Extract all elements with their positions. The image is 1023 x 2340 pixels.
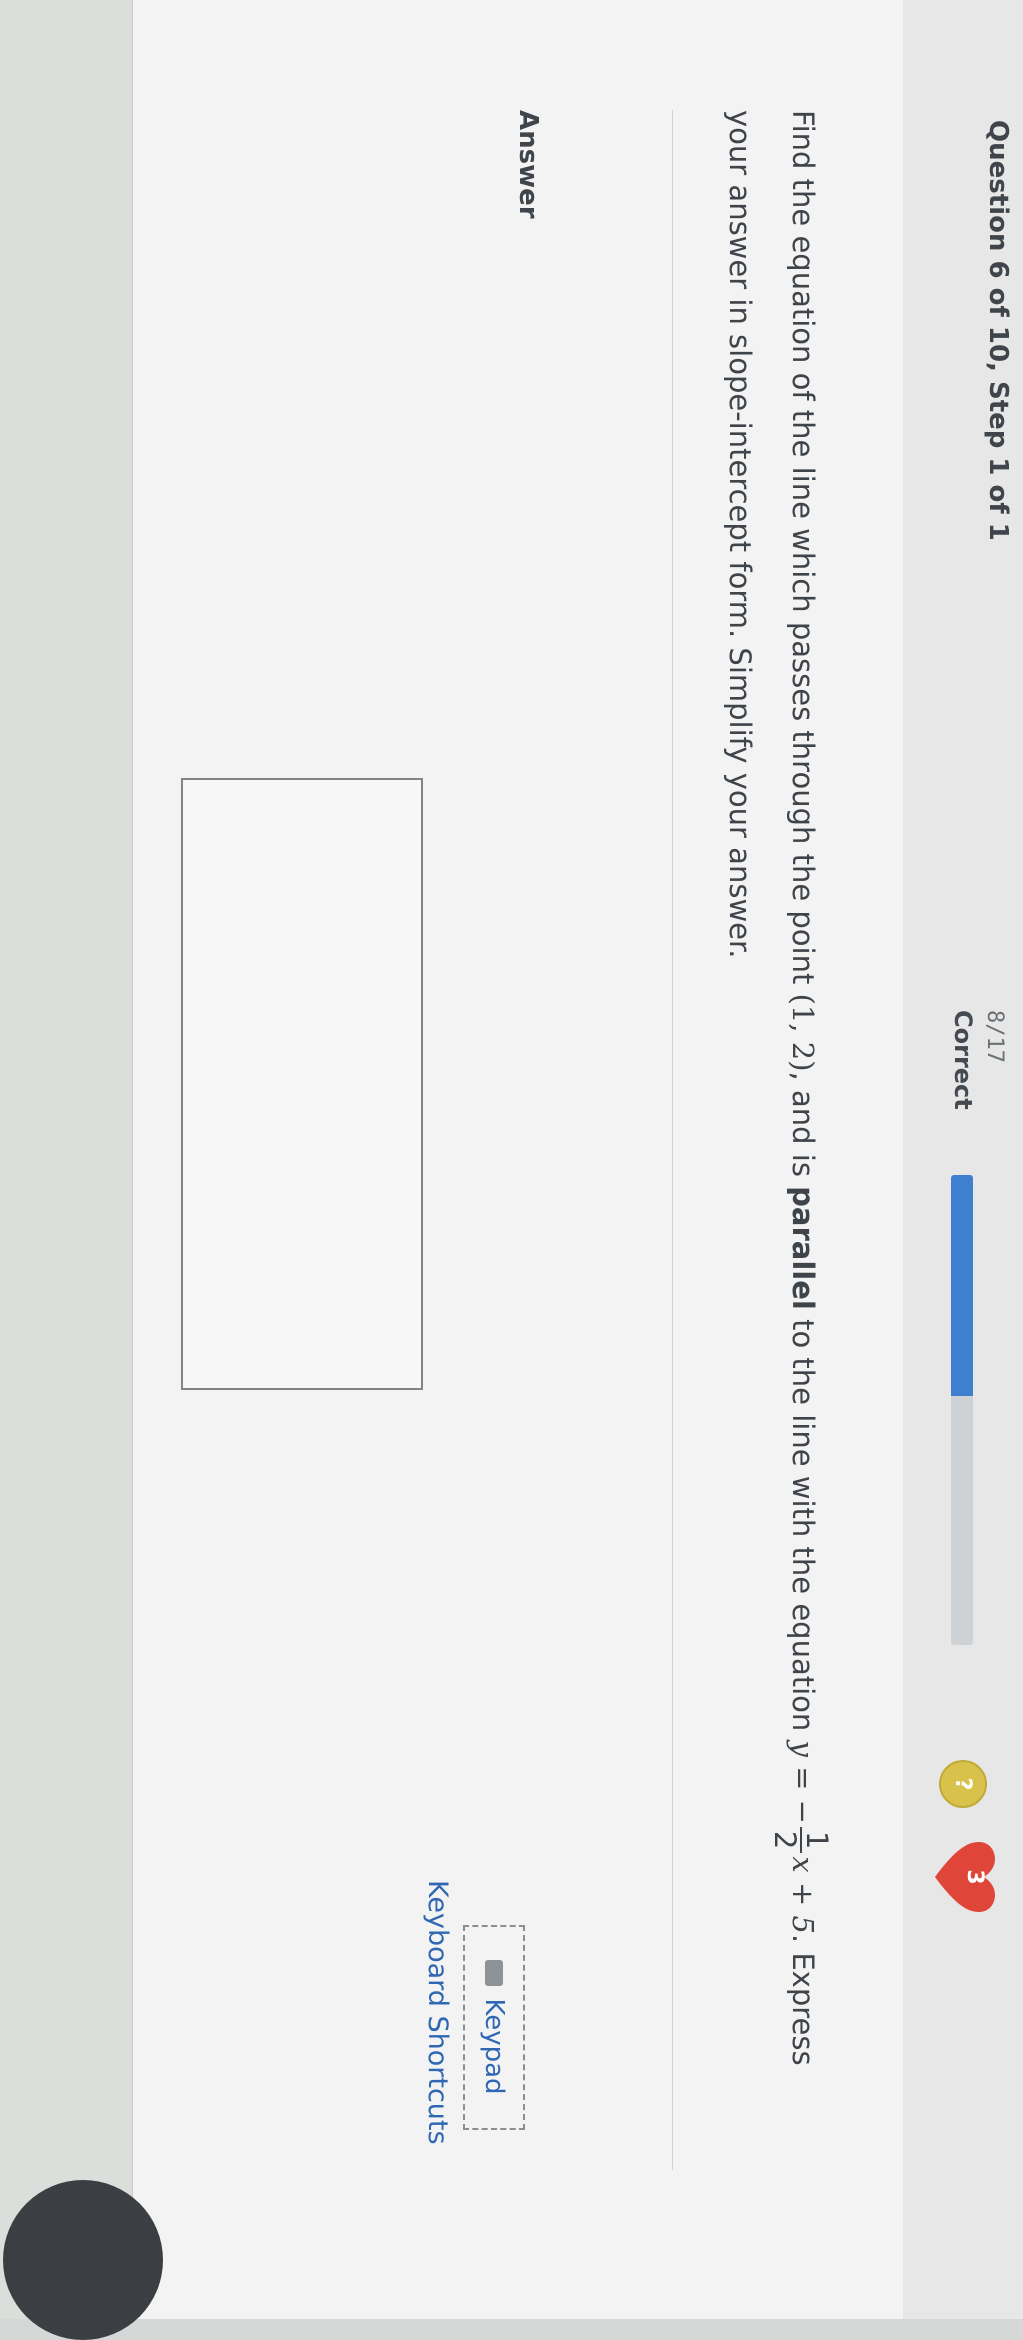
lives-count: 3 xyxy=(962,1869,987,1885)
question-card: Find the equation of the line which pass… xyxy=(132,0,903,2319)
question-part-2: , and is xyxy=(786,1071,820,1187)
question-point: (1, 2) xyxy=(786,993,820,1072)
footer-widget xyxy=(3,2180,163,2340)
question-text: Find the equation of the line which pass… xyxy=(710,110,834,2090)
keyboard-shortcuts-link[interactable]: Keyboard Shortcuts xyxy=(422,1880,453,2145)
lives-heart: 3 xyxy=(933,1840,997,1914)
equation-fraction: 12 xyxy=(768,1826,834,1854)
equation-prefix: y = − xyxy=(786,1740,820,1824)
answer-input[interactable] xyxy=(181,778,423,1390)
question-part-1: Find the equation of the line which pass… xyxy=(786,110,820,994)
help-badge[interactable]: ? xyxy=(939,1760,987,1808)
question-header: Question 6 of 10, Step 1 of 1 8/17 Corre… xyxy=(903,0,1023,2319)
progress-bar-fill xyxy=(951,1175,973,1396)
fraction-denominator: 2 xyxy=(768,1830,802,1850)
progress-area: 8/17 Correct xyxy=(913,930,1013,1650)
progress-fraction: 8/17 xyxy=(982,1010,1007,1063)
equation-suffix: x + 5 xyxy=(786,1856,820,1934)
fraction-numerator: 1 xyxy=(800,1826,834,1854)
answer-label: Answer xyxy=(513,110,543,219)
question-title: Question 6 of 10, Step 1 of 1 xyxy=(983,120,1013,541)
rotated-stage: Question 6 of 10, Step 1 of 1 8/17 Corre… xyxy=(0,0,1023,2340)
keyboard-icon xyxy=(485,1960,503,1987)
section-divider xyxy=(672,110,673,2170)
keypad-label: Keypad xyxy=(479,1998,509,2095)
question-part-3: to the line with the equation xyxy=(786,1309,820,1741)
progress-bar xyxy=(951,1175,973,1645)
keypad-button[interactable]: Keypad xyxy=(463,1925,525,2130)
progress-label: Correct xyxy=(949,1010,977,1110)
question-emphasis: parallel xyxy=(786,1186,820,1310)
